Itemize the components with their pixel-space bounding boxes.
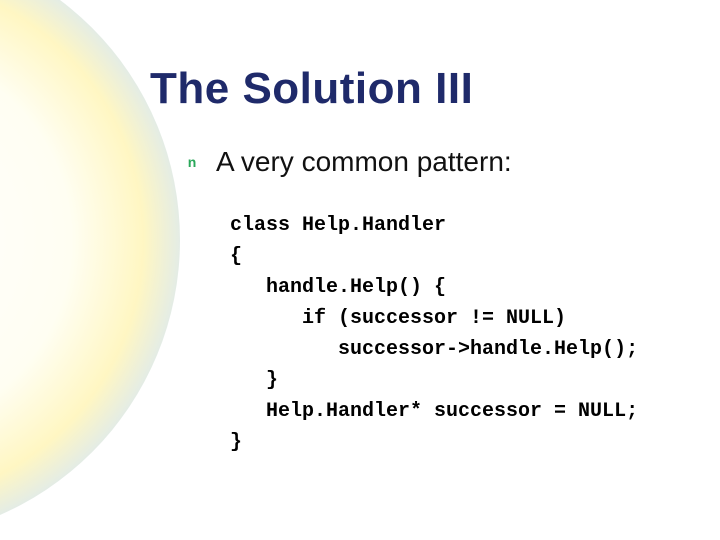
slide: The Solution III n A very common pattern… <box>0 0 720 540</box>
slide-title: The Solution III <box>150 64 473 114</box>
bullet-text: A very common pattern: <box>216 146 512 178</box>
code-line: successor->handle.Help(); <box>230 338 638 361</box>
code-line: if (successor != NULL) <box>230 307 566 330</box>
code-line: class Help.Handler <box>230 214 446 237</box>
code-line: } <box>230 431 242 454</box>
code-block: class Help.Handler { handle.Help() { if … <box>230 210 638 458</box>
bullet-icon: n <box>186 156 198 168</box>
code-line: handle.Help() { <box>230 276 446 299</box>
bullet-item: n A very common pattern: <box>186 146 512 178</box>
code-line: Help.Handler* successor = NULL; <box>230 400 638 423</box>
code-line: } <box>230 369 278 392</box>
code-line: { <box>230 245 242 268</box>
